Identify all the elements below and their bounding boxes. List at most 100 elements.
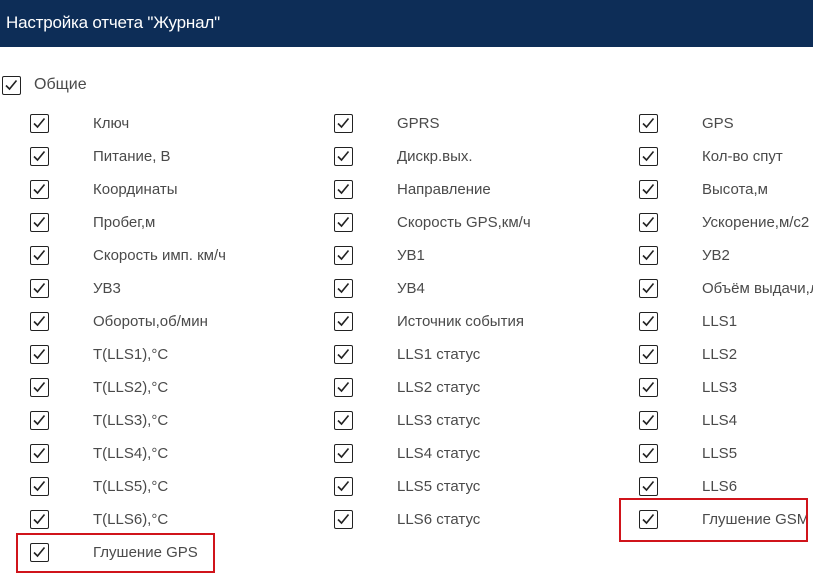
option-label: LLS3 статус xyxy=(397,412,481,429)
option-checkbox[interactable] xyxy=(639,444,658,463)
checkmark-icon xyxy=(33,183,46,195)
option-checkbox[interactable] xyxy=(334,213,353,232)
option-label: Высота,м xyxy=(702,181,768,198)
option-checkbox[interactable] xyxy=(639,147,658,166)
option-label: Скорость имп. км/ч xyxy=(93,247,226,264)
checkmark-icon xyxy=(33,414,46,426)
checkmark-icon xyxy=(642,513,655,525)
option-label: LLS4 статус xyxy=(397,445,481,462)
checkmark-icon xyxy=(33,546,46,558)
checkmark-icon xyxy=(642,447,655,459)
option-checkbox[interactable] xyxy=(334,378,353,397)
option-label: Глушение GPS xyxy=(93,544,198,561)
option-checkbox[interactable] xyxy=(30,378,49,397)
checkmark-icon xyxy=(337,513,350,525)
option-checkbox[interactable] xyxy=(30,510,49,529)
checkmark-icon xyxy=(642,249,655,261)
option-label: GPS xyxy=(702,115,734,132)
option-label: Глушение GSM xyxy=(702,511,810,528)
option-checkbox[interactable] xyxy=(30,147,49,166)
option-checkbox[interactable] xyxy=(639,279,658,298)
option-label: LLS2 статус xyxy=(397,379,481,396)
option-label: УВ2 xyxy=(702,247,730,264)
option-checkbox[interactable] xyxy=(334,180,353,199)
option-checkbox[interactable] xyxy=(639,114,658,133)
option-checkbox[interactable] xyxy=(334,510,353,529)
option-checkbox[interactable] xyxy=(30,180,49,199)
option-checkbox[interactable] xyxy=(334,477,353,496)
option-checkbox[interactable] xyxy=(639,510,658,529)
checkmark-icon xyxy=(337,447,350,459)
option-label: Кол-во спут xyxy=(702,148,783,165)
checkmark-icon xyxy=(642,315,655,327)
checkmark-icon xyxy=(642,348,655,360)
checkmark-icon xyxy=(337,414,350,426)
option-label: LLS5 статус xyxy=(397,478,481,495)
checkmark-icon xyxy=(337,249,350,261)
checkmark-icon xyxy=(337,216,350,228)
checkmark-icon xyxy=(642,117,655,129)
option-checkbox[interactable] xyxy=(334,312,353,331)
option-checkbox[interactable] xyxy=(639,345,658,364)
option-checkbox[interactable] xyxy=(30,213,49,232)
checkmark-icon xyxy=(642,282,655,294)
checkmark-icon xyxy=(33,315,46,327)
checkmark-icon xyxy=(337,315,350,327)
option-label: Пробег,м xyxy=(93,214,156,231)
option-checkbox[interactable] xyxy=(639,477,658,496)
checkmark-icon xyxy=(337,117,350,129)
option-label: Координаты xyxy=(93,181,178,198)
option-checkbox[interactable] xyxy=(334,147,353,166)
option-checkbox[interactable] xyxy=(334,246,353,265)
checkmark-icon xyxy=(642,480,655,492)
option-label: T(LLS1),°C xyxy=(93,346,169,363)
option-checkbox[interactable] xyxy=(334,345,353,364)
option-checkbox[interactable] xyxy=(639,246,658,265)
checkmark-icon xyxy=(33,480,46,492)
dialog-title: Настройка отчета "Журнал" xyxy=(6,13,220,32)
checkmark-icon xyxy=(337,480,350,492)
checkmark-icon xyxy=(33,381,46,393)
dialog-header: Настройка отчета "Журнал" xyxy=(0,0,813,47)
option-checkbox[interactable] xyxy=(30,543,49,562)
option-label: LLS5 xyxy=(702,445,738,462)
option-checkbox[interactable] xyxy=(30,444,49,463)
checkmark-icon xyxy=(33,249,46,261)
option-checkbox[interactable] xyxy=(334,114,353,133)
checkmark-icon xyxy=(337,282,350,294)
checkmark-icon xyxy=(5,79,18,91)
checkmark-icon xyxy=(642,183,655,195)
option-checkbox[interactable] xyxy=(30,477,49,496)
checkmark-icon xyxy=(33,348,46,360)
option-label: LLS1 статус xyxy=(397,346,481,363)
option-checkbox[interactable] xyxy=(30,246,49,265)
option-checkbox[interactable] xyxy=(639,180,658,199)
option-label: УВ4 xyxy=(397,280,425,297)
checkmark-icon xyxy=(337,150,350,162)
option-label: Обороты,об/мин xyxy=(93,313,208,330)
option-label: LLS1 xyxy=(702,313,738,330)
option-checkbox[interactable] xyxy=(334,279,353,298)
option-checkbox[interactable] xyxy=(30,279,49,298)
option-label: LLS4 xyxy=(702,412,738,429)
checkmark-icon xyxy=(33,150,46,162)
checkmark-icon xyxy=(642,381,655,393)
checkmark-icon xyxy=(33,513,46,525)
option-checkbox[interactable] xyxy=(334,411,353,430)
option-label: T(LLS5),°C xyxy=(93,478,169,495)
option-checkbox[interactable] xyxy=(639,378,658,397)
option-checkbox[interactable] xyxy=(30,114,49,133)
option-checkbox[interactable] xyxy=(30,312,49,331)
checkmark-icon xyxy=(337,381,350,393)
checkmark-icon xyxy=(642,216,655,228)
option-checkbox[interactable] xyxy=(639,312,658,331)
option-label: T(LLS4),°C xyxy=(93,445,169,462)
option-label: Объём выдачи,л xyxy=(702,280,813,297)
group-checkbox[interactable] xyxy=(2,76,21,95)
option-checkbox[interactable] xyxy=(639,411,658,430)
option-checkbox[interactable] xyxy=(639,213,658,232)
option-checkbox[interactable] xyxy=(30,345,49,364)
option-checkbox[interactable] xyxy=(334,444,353,463)
option-checkbox[interactable] xyxy=(30,411,49,430)
option-label: УВ3 xyxy=(93,280,121,297)
